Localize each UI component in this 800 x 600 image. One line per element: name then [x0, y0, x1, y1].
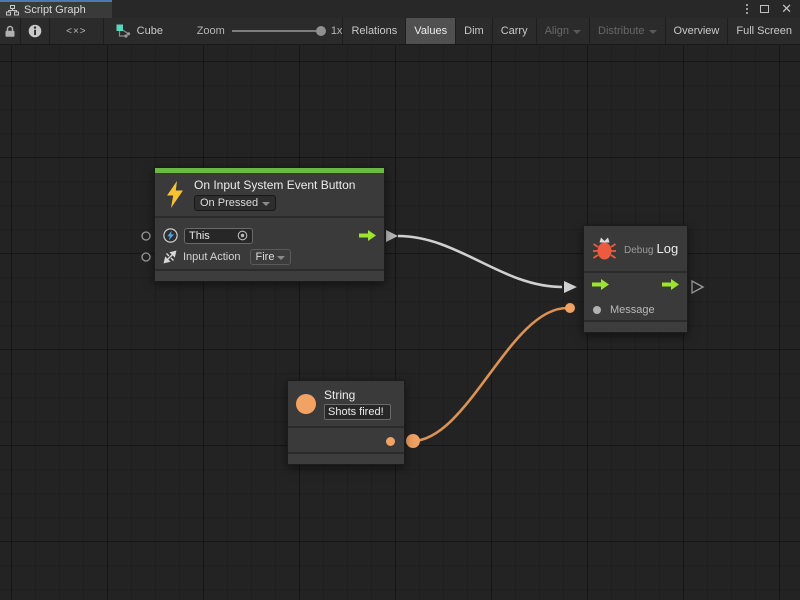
graph-node-icon: [116, 24, 131, 38]
string-node-title: String: [324, 388, 391, 402]
player-input-icon: [163, 228, 178, 243]
debug-log-node[interactable]: Debug Log: [583, 225, 688, 333]
code-view-button[interactable]: <×>: [50, 18, 104, 44]
event-node-header: On Input System Event Button On Pressed: [155, 173, 384, 216]
overview-label: Overview: [674, 25, 720, 37]
value-wire-start-dot[interactable]: [406, 434, 420, 448]
chevron-down-icon: [573, 30, 581, 34]
tab-label: Script Graph: [24, 4, 86, 16]
debug-bug-icon: [592, 235, 617, 262]
chevron-down-icon: [649, 30, 657, 34]
object-picker-icon[interactable]: [237, 230, 248, 241]
code-view-label: <×>: [66, 26, 87, 37]
input-action-label: Input Action: [183, 251, 241, 263]
event-flow-output-port[interactable]: [359, 230, 376, 241]
debug-node-category: Debug: [624, 245, 653, 256]
string-node-body: [288, 426, 404, 452]
info-button[interactable]: [21, 18, 50, 44]
flow-arrow-icon: [662, 279, 679, 290]
flow-wire-end-arrow[interactable]: [564, 281, 577, 293]
values-label: Values: [414, 25, 447, 37]
debug-node-footer: [584, 320, 687, 332]
fullscreen-label: Full Screen: [736, 25, 792, 37]
value-wire-end-dot[interactable]: [565, 303, 575, 313]
debug-flow-out-marker[interactable]: [692, 281, 703, 293]
lightning-icon: [165, 181, 185, 208]
target-object-field[interactable]: This: [184, 228, 253, 244]
zoom-label: Zoom: [197, 25, 225, 37]
carry-label: Carry: [501, 25, 528, 37]
lock-icon: [4, 25, 16, 38]
flow-arrow-icon: [592, 279, 609, 290]
flow-arrow-icon: [359, 230, 376, 241]
string-node[interactable]: String: [287, 380, 405, 465]
flow-wire: [398, 236, 562, 287]
relations-label: Relations: [351, 25, 397, 37]
event-node-footer: [155, 269, 384, 281]
input-action-dropdown[interactable]: Fire: [250, 249, 291, 265]
event-action-port[interactable]: [142, 253, 150, 261]
target-object-value: This: [189, 230, 210, 242]
string-node-footer: [288, 452, 404, 464]
zoom-slider-handle[interactable]: [316, 26, 326, 36]
toolbar-toggle-group: Relations Values Dim Carry Align Distrib…: [342, 18, 800, 44]
chevron-down-icon: [262, 202, 270, 206]
event-target-port[interactable]: [142, 232, 150, 240]
debug-flow-row: [584, 273, 687, 299]
titlebar: Script Graph ✕: [0, 0, 800, 18]
event-node-body: This: [155, 216, 384, 269]
string-output-port[interactable]: [386, 437, 395, 446]
distribute-button[interactable]: Distribute: [589, 18, 664, 44]
distribute-label: Distribute: [598, 25, 644, 37]
event-mode-value: On Pressed: [200, 197, 258, 209]
event-node[interactable]: On Input System Event Button On Pressed …: [154, 167, 385, 282]
event-target-row: This: [163, 225, 376, 246]
flow-wire-start-arrow[interactable]: [386, 230, 398, 242]
breadcrumb-label: Cube: [137, 25, 163, 37]
debug-node-header: Debug Log: [584, 226, 687, 271]
overview-button[interactable]: Overview: [665, 18, 728, 44]
string-value-input[interactable]: [324, 404, 391, 420]
zoom-slider[interactable]: [232, 30, 324, 32]
graph-toolbar: <×> Cube Zoom 1x Relations Values: [0, 18, 800, 45]
debug-flow-input-port[interactable]: [592, 279, 609, 293]
align-label: Align: [545, 25, 569, 37]
event-action-row: Input Action Fire: [163, 246, 376, 267]
debug-flow-output-port[interactable]: [662, 279, 679, 293]
lock-button[interactable]: [0, 18, 21, 44]
window-controls: ✕: [746, 0, 800, 18]
message-input-port[interactable]: [593, 306, 601, 314]
window-menu-icon[interactable]: [746, 4, 748, 14]
debug-node-body: Message: [584, 271, 687, 320]
event-node-title: On Input System Event Button: [194, 178, 355, 192]
close-icon[interactable]: ✕: [781, 4, 792, 14]
zoom-control: Zoom 1x: [181, 18, 343, 44]
carry-button[interactable]: Carry: [492, 18, 536, 44]
graph-canvas[interactable]: On Input System Event Button On Pressed …: [0, 45, 800, 600]
values-button[interactable]: Values: [405, 18, 455, 44]
breadcrumb[interactable]: Cube: [104, 18, 181, 44]
tab-script-graph[interactable]: Script Graph: [0, 0, 112, 18]
fullscreen-button[interactable]: Full Screen: [727, 18, 800, 44]
graph-hierarchy-icon: [6, 5, 19, 16]
maximize-icon[interactable]: [760, 5, 769, 13]
align-button[interactable]: Align: [536, 18, 589, 44]
event-mode-dropdown[interactable]: On Pressed: [194, 195, 276, 211]
input-action-value: Fire: [256, 251, 275, 263]
debug-node-title: Log: [657, 241, 679, 256]
script-graph-window: Script Graph ✕ <×>: [0, 0, 800, 600]
string-node-header: String: [288, 381, 404, 426]
dim-label: Dim: [464, 25, 484, 37]
message-label: Message: [610, 304, 655, 316]
chevron-down-icon: [277, 256, 285, 260]
value-wire: [412, 308, 567, 441]
info-icon: [28, 24, 42, 38]
string-type-icon: [296, 394, 316, 414]
relations-button[interactable]: Relations: [342, 18, 405, 44]
dim-button[interactable]: Dim: [455, 18, 492, 44]
debug-message-row: Message: [584, 299, 687, 320]
input-action-icon: [163, 250, 177, 264]
zoom-value: 1x: [331, 25, 343, 37]
